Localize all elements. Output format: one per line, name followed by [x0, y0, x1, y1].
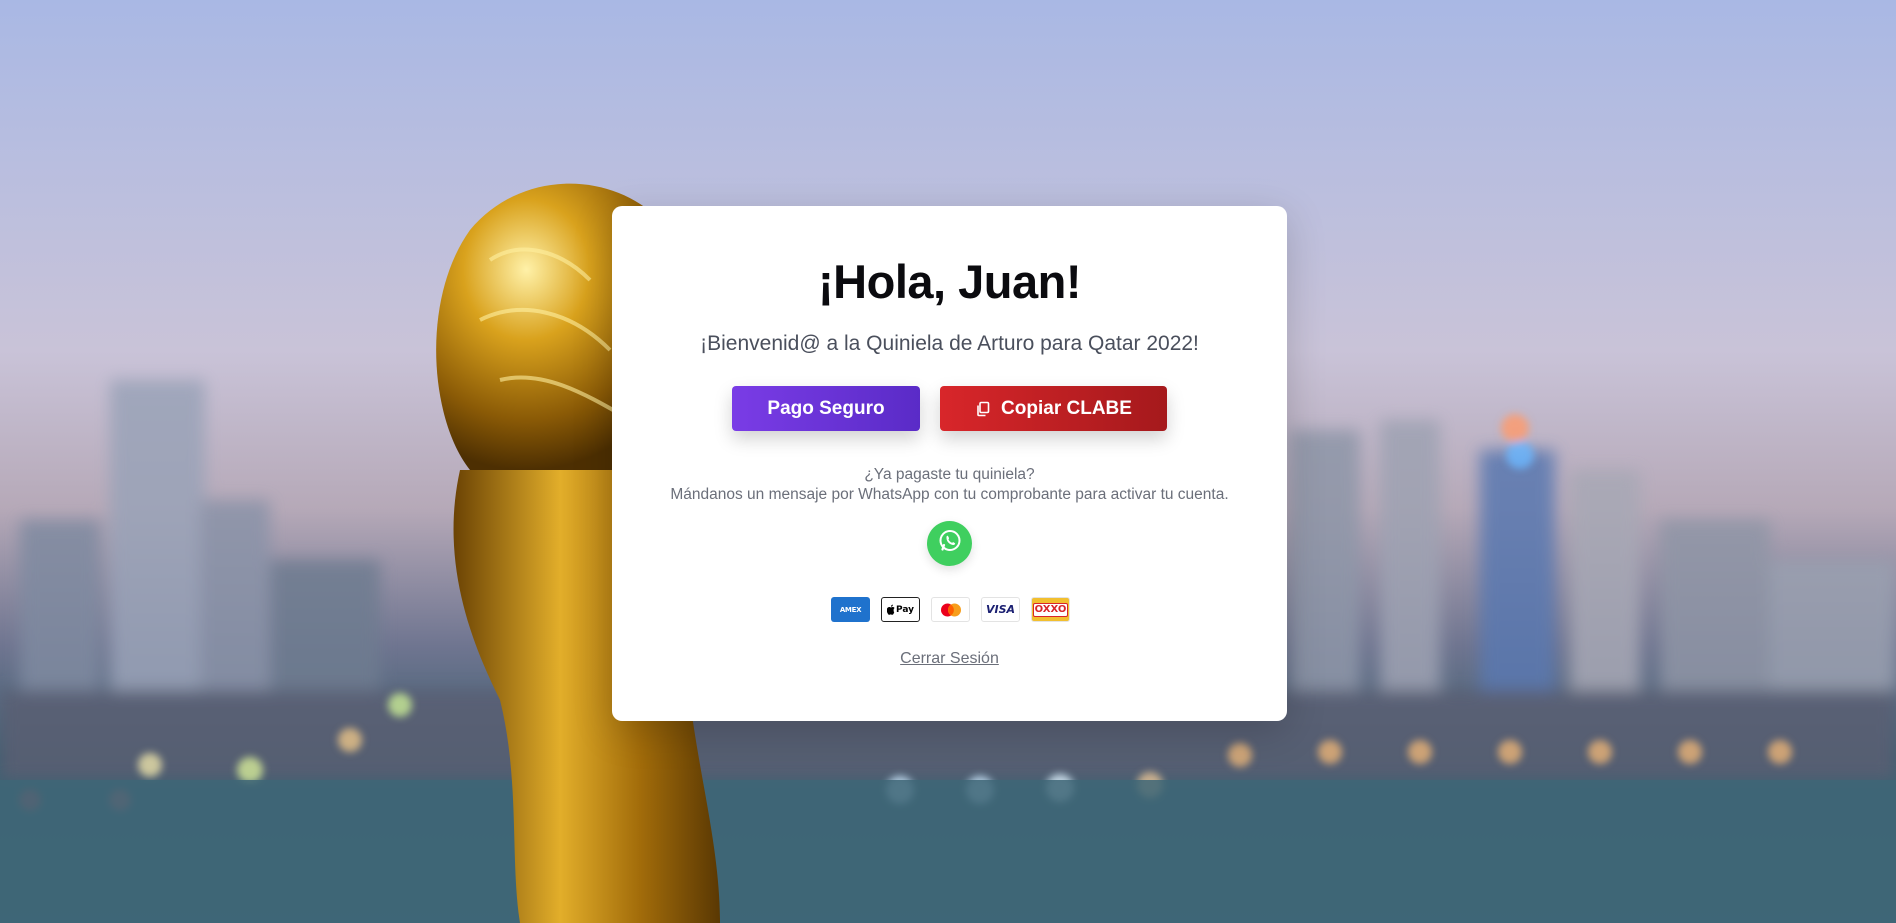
oxxo-label: OXXO [1032, 602, 1069, 617]
paid-question: ¿Ya pagaste tu quiniela? [864, 466, 1035, 483]
whatsapp-button[interactable] [927, 521, 972, 566]
welcome-card: ¡Hola, Juan! ¡Bienvenid@ a la Quiniela d… [612, 206, 1287, 721]
copy-clabe-label: Copiar CLABE [1001, 397, 1132, 419]
payment-methods: AMEX Pay VISA OXXO [831, 597, 1070, 622]
visa-icon: VISA [981, 597, 1020, 622]
copy-clabe-button[interactable]: Copiar CLABE [940, 386, 1167, 431]
copy-icon [975, 401, 991, 417]
apple-logo-icon [886, 604, 895, 615]
logout-link[interactable]: Cerrar Sesión [612, 650, 1287, 668]
greeting-title: ¡Hola, Juan! [818, 255, 1081, 308]
secure-payment-label: Pago Seguro [767, 397, 885, 419]
welcome-message: ¡Bienvenid@ a la Quiniela de Arturo para… [700, 332, 1199, 355]
apple-pay-icon: Pay [881, 597, 920, 622]
whatsapp-icon [937, 528, 963, 559]
amex-icon: AMEX [831, 597, 870, 622]
apple-pay-label: Pay [895, 604, 915, 615]
mastercard-icon [931, 597, 970, 622]
paid-instructions: Mándanos un mensaje por WhatsApp con tu … [670, 486, 1229, 503]
oxxo-icon: OXXO [1031, 597, 1070, 622]
secure-payment-button[interactable]: Pago Seguro [732, 386, 920, 431]
